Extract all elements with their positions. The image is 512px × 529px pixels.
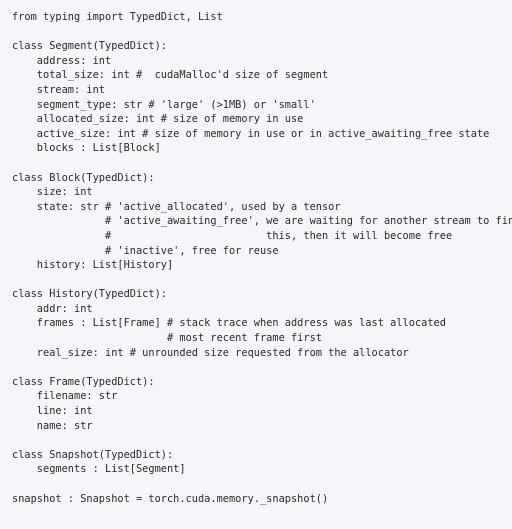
code-line: line: int [12, 405, 93, 417]
code-line: class Snapshot(TypedDict): [12, 449, 173, 461]
code-snippet: from typing import TypedDict, List class… [0, 0, 512, 529]
code-line: active_size: int # size of memory in use… [12, 128, 489, 140]
code-line: size: int [12, 186, 93, 198]
code-line: name: str [12, 420, 93, 432]
code-line: stream: int [12, 84, 105, 96]
code-line: history: List[History] [12, 259, 173, 271]
code-line: # this, then it will become free [12, 230, 452, 242]
code-line: total_size: int # cudaMalloc'd size of s… [12, 69, 328, 81]
code-line: # most recent frame first [12, 332, 322, 344]
code-line: segments : List[Segment] [12, 463, 186, 475]
code-line: class Block(TypedDict): [12, 172, 155, 184]
code-line: allocated_size: int # size of memory in … [12, 113, 303, 125]
code-line: segment_type: str # 'large' (>1MB) or 's… [12, 99, 316, 111]
code-line: # 'active_awaiting_free', we are waiting… [12, 215, 512, 227]
code-line: filename: str [12, 390, 117, 402]
code-line: frames : List[Frame] # stack trace when … [12, 317, 446, 329]
code-line: class Frame(TypedDict): [12, 376, 155, 388]
code-line: blocks : List[Block] [12, 142, 161, 154]
code-line: class History(TypedDict): [12, 288, 167, 300]
code-line: addr: int [12, 303, 93, 315]
code-line: address: int [12, 55, 111, 67]
code-line: real_size: int # unrounded size requeste… [12, 347, 409, 359]
code-line: class Segment(TypedDict): [12, 40, 167, 52]
code-line: snapshot : Snapshot = torch.cuda.memory.… [12, 493, 328, 505]
code-line: # 'inactive', free for reuse [12, 245, 279, 257]
code-line: from typing import TypedDict, List [12, 11, 223, 23]
code-line: state: str # 'active_allocated', used by… [12, 201, 341, 213]
